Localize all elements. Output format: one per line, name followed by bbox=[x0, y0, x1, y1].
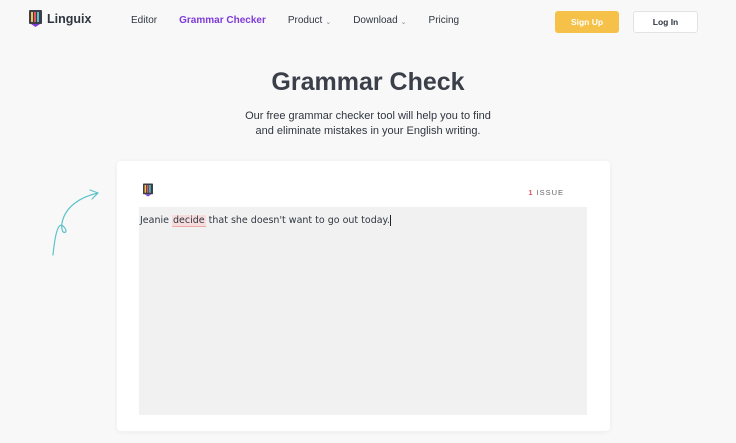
nav-item-label: Editor bbox=[131, 15, 158, 26]
text-caret bbox=[389, 215, 391, 226]
sign-up-button[interactable]: Sign Up bbox=[555, 11, 619, 33]
log-in-button[interactable]: Log In bbox=[633, 11, 698, 33]
page-subtitle: Our free grammar checker tool will help … bbox=[0, 109, 736, 139]
nav-item-label: Pricing bbox=[428, 15, 460, 26]
editor-text: Jeanie bbox=[140, 215, 172, 226]
chevron-down-icon: ⌄ bbox=[325, 18, 332, 26]
grammar-error-highlight[interactable]: decide bbox=[172, 215, 206, 227]
chevron-down-icon: ⌄ bbox=[400, 18, 407, 26]
nav-item-editor[interactable]: Editor bbox=[131, 15, 157, 26]
editor-card: 1 ISSUE Jeanie decide that she doesn't wa… bbox=[117, 161, 610, 431]
nav-item-label: Download bbox=[353, 15, 398, 26]
header: Linguix Editor Grammar Checker Product ⌄… bbox=[0, 0, 736, 43]
subtitle-line: and eliminate mistakes in your English w… bbox=[255, 125, 481, 137]
logo-text: Linguix bbox=[47, 11, 92, 26]
linguix-logo-icon bbox=[29, 10, 42, 27]
issue-count: 1 bbox=[528, 188, 534, 197]
text-editor[interactable]: Jeanie decide that she doesn't want to g… bbox=[139, 207, 587, 415]
linguix-logo-icon bbox=[143, 183, 153, 197]
nav-item-label: Grammar Checker bbox=[179, 15, 266, 26]
curved-arrow-icon bbox=[52, 189, 99, 256]
page-title: Grammar Check bbox=[271, 68, 465, 96]
editor-text: that she doesn't want to go out today. bbox=[205, 215, 390, 226]
issue-label: ISSUE bbox=[536, 188, 564, 197]
nav-item-download[interactable]: Download ⌄ bbox=[353, 15, 406, 26]
subtitle-line: Our free grammar checker tool will help … bbox=[245, 110, 491, 122]
nav-item-product[interactable]: Product ⌄ bbox=[288, 15, 331, 26]
nav-item-pricing[interactable]: Pricing bbox=[429, 15, 460, 26]
nav-item-grammar-checker[interactable]: Grammar Checker bbox=[179, 15, 266, 26]
nav-item-label: Product bbox=[287, 15, 323, 26]
logo[interactable]: Linguix bbox=[29, 10, 91, 27]
issue-counter[interactable]: 1 ISSUE bbox=[528, 188, 564, 197]
main-nav: Editor Grammar Checker Product ⌄ Downloa… bbox=[131, 15, 481, 26]
